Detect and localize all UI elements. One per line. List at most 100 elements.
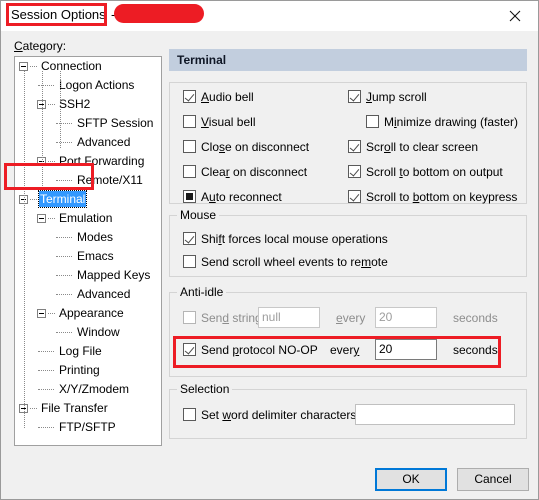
tree-connector	[56, 237, 72, 239]
tree-item-printing[interactable]: Printing	[15, 361, 161, 380]
tree-expander-icon[interactable]	[19, 62, 28, 71]
tree-item-label: Printing	[59, 363, 100, 377]
tree-connector	[38, 389, 54, 391]
tree-item-label: Emulation	[59, 211, 113, 225]
tree-connector	[48, 313, 55, 315]
tree-item-appearance[interactable]: Appearance	[15, 304, 161, 323]
tree-item-advanced[interactable]: Advanced	[15, 133, 161, 152]
checkbox-scroll-to-bottom-on-keypress-label: Scroll to bottom on keypress	[366, 190, 518, 204]
tree-item-file-transfer[interactable]: File Transfer	[15, 399, 161, 418]
category-label-mnemonic: C	[14, 39, 23, 53]
selection-group: Selection Set word delimiter characters:	[169, 382, 527, 439]
checkbox-clear-on-disconnect-label: Clear on disconnect	[201, 165, 308, 179]
pane-title: Terminal	[177, 53, 227, 67]
cancel-button[interactable]: Cancel	[457, 468, 529, 491]
checkbox-icon	[183, 190, 196, 203]
options-pane: Terminal Audio bell Visual bell Close on d…	[169, 49, 527, 449]
tree-expander-icon[interactable]	[37, 214, 46, 223]
tree-connector	[30, 199, 37, 201]
checkbox-icon	[348, 90, 361, 103]
word-delimiter-input[interactable]	[355, 404, 515, 425]
tree-item-window[interactable]: Window	[15, 323, 161, 342]
checkbox-icon	[183, 90, 196, 103]
tree-connector	[38, 370, 54, 372]
anti-idle-group-legend: Anti-idle	[177, 285, 227, 299]
category-tree[interactable]: Connection Logon Actions SSH2 SFTP Session A…	[14, 56, 162, 446]
mouse-group: Mouse Shift forces local mouse operation…	[169, 208, 527, 277]
checkbox-icon	[366, 115, 379, 128]
tree-item-label: Advanced	[77, 287, 131, 301]
tree-connector	[48, 104, 55, 106]
checkbox-icon	[183, 408, 196, 421]
tree-item-label: File Transfer	[41, 401, 108, 415]
tree-item-emulation[interactable]: Emulation	[15, 209, 161, 228]
checkbox-minimize-drawing-faster-label: Minimize drawing (faster)	[384, 115, 519, 129]
annotation-box-terminal	[4, 163, 94, 190]
tree-item-ftp-sftp[interactable]: FTP/SFTP	[15, 418, 161, 437]
checkbox-set-word-delimiter-characters-label: Set word delimiter characters:	[201, 408, 360, 422]
send-string-every-label: every	[336, 311, 366, 325]
checkbox-icon	[348, 140, 361, 153]
tree-connector	[56, 294, 72, 296]
tree-connector	[38, 351, 54, 353]
checkbox-icon	[183, 232, 196, 245]
tree-item-label: Terminal	[37, 190, 88, 208]
tree-item-x-y-zmodem[interactable]: X/Y/Zmodem	[15, 380, 161, 399]
tree-item-terminal-selected[interactable]: Terminal	[15, 190, 161, 209]
tree-item-emacs[interactable]: Emacs	[15, 247, 161, 266]
checkbox-scroll-to-clear-screen-label: Scroll to clear screen	[366, 140, 479, 154]
tree-connector	[38, 427, 54, 429]
tree-item-label: Modes	[77, 230, 114, 244]
checkbox-icon	[183, 311, 196, 324]
tree-connector	[48, 218, 55, 220]
annotation-box-title	[6, 3, 107, 26]
tree-item-label: SFTP Session	[77, 116, 154, 130]
tree-item-label: Appearance	[59, 306, 124, 320]
tree-item-connection[interactable]: Connection	[15, 57, 161, 76]
tree-connector	[30, 408, 37, 410]
checkbox-icon	[183, 115, 196, 128]
tree-item-mapped-keys[interactable]: Mapped Keys	[15, 266, 161, 285]
tree-connector	[38, 85, 54, 87]
checkbox-icon	[183, 255, 196, 268]
checkbox-send-scroll-wheel-events-to-remote-label: Send scroll wheel events to remote	[201, 255, 388, 269]
category-label: Category:	[14, 39, 66, 53]
tree-expander-icon[interactable]	[37, 309, 46, 318]
send-string-value-input: null	[258, 307, 320, 328]
checkbox-icon	[183, 165, 196, 178]
annotation-box-noop	[173, 336, 501, 368]
checkbox-jump-scroll-label: Jump scroll	[366, 90, 427, 104]
close-icon[interactable]	[492, 1, 538, 31]
title-bar: Session Options -	[1, 1, 538, 31]
category-label-rest: ategory:	[22, 39, 67, 53]
pane-header: Terminal	[169, 49, 527, 71]
checkbox-send-string-label: Send string:	[201, 311, 266, 325]
tree-item-logon-actions[interactable]: Logon Actions	[15, 76, 161, 95]
tree-item-label: X/Y/Zmodem	[59, 382, 130, 396]
terminal-options-group: Audio bell Visual bell Close on disconnect…	[169, 82, 527, 204]
tree-connector	[56, 275, 72, 277]
checkbox-icon	[348, 165, 361, 178]
checkbox-close-on-disconnect-label: Close on disconnect	[201, 140, 310, 154]
tree-connector	[56, 142, 72, 144]
tree-connector	[56, 332, 72, 334]
ok-button[interactable]: OK	[375, 468, 447, 491]
tree-item-label: Connection	[41, 59, 102, 73]
tree-item-modes[interactable]: Modes	[15, 228, 161, 247]
checkbox-auto-reconnect-label: Auto reconnect	[201, 190, 282, 204]
checkbox-visual-bell-label: Visual bell	[201, 115, 256, 129]
tree-item-advanced[interactable]: Advanced	[15, 285, 161, 304]
checkbox-audio-bell-label: Audio bell	[201, 90, 254, 104]
checkbox-icon	[183, 140, 196, 153]
tree-item-ssh2[interactable]: SSH2	[15, 95, 161, 114]
tree-item-label: FTP/SFTP	[59, 420, 116, 434]
mouse-group-legend: Mouse	[177, 208, 220, 222]
redaction-overlay	[114, 4, 204, 23]
checkbox-shift-forces-local-mouse-operations-label: Shift forces local mouse operations	[201, 232, 388, 246]
tree-item-label: Window	[77, 325, 120, 339]
tree-guide-line	[24, 71, 26, 428]
tree-item-label: SSH2	[59, 97, 91, 111]
tree-item-sftp-session[interactable]: SFTP Session	[15, 114, 161, 133]
tree-item-label: Logon Actions	[59, 78, 135, 92]
tree-item-log-file[interactable]: Log File	[15, 342, 161, 361]
